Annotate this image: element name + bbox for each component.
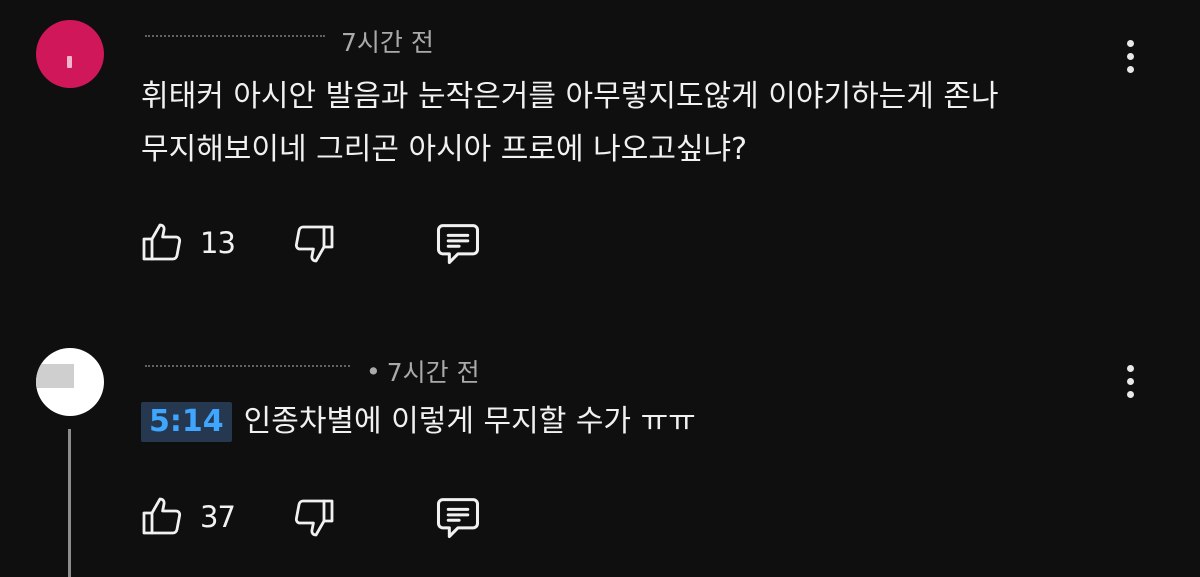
thumbs-down-icon bbox=[294, 499, 334, 537]
thumbs-up-icon bbox=[142, 497, 182, 535]
video-timestamp-link[interactable]: 5:14 bbox=[141, 401, 232, 442]
comment-actions: 37 bbox=[138, 490, 484, 544]
avatar-obscured-region bbox=[36, 364, 74, 388]
like-button[interactable]: 37 bbox=[138, 493, 260, 541]
comment-item: • 7시간 전 5:14 인종차별에 이렇게 무지할 수가 ㅠㅠ 37 bbox=[0, 340, 1200, 577]
comment-body: 5:14 인종차별에 이렇게 무지할 수가 ㅠㅠ bbox=[141, 395, 696, 448]
avatar[interactable] bbox=[36, 348, 104, 416]
more-vertical-icon bbox=[1126, 364, 1134, 372]
thumbs-up-icon bbox=[142, 223, 182, 261]
author-name-obscured[interactable] bbox=[145, 365, 350, 377]
comment-body: 휘태커 아시안 발음과 눈작은거를 아무렇지도않게 이야기하는게 존나 무지해보… bbox=[141, 70, 999, 176]
reply-thread-line bbox=[68, 429, 71, 577]
reply-comment-icon bbox=[436, 224, 480, 265]
reply-comment-icon bbox=[436, 498, 480, 539]
reply-button[interactable] bbox=[432, 491, 484, 543]
more-vertical-icon bbox=[1126, 39, 1134, 47]
dislike-button[interactable] bbox=[290, 493, 338, 541]
like-count: 37 bbox=[200, 500, 236, 534]
avatar-initial-mark bbox=[67, 56, 72, 68]
comment-header: • 7시간 전 bbox=[145, 354, 480, 388]
comment-header: 7시간 전 bbox=[145, 24, 434, 58]
comment-text-line: 휘태커 아시안 발음과 눈작은거를 아무렇지도않게 이야기하는게 존나 bbox=[141, 79, 999, 114]
reply-button[interactable] bbox=[432, 217, 484, 269]
like-button[interactable]: 13 bbox=[138, 219, 260, 267]
avatar[interactable] bbox=[36, 20, 104, 88]
dislike-button[interactable] bbox=[290, 219, 338, 267]
comments-page: 7시간 전 휘태커 아시안 발음과 눈작은거를 아무렇지도않게 이야기하는게 존… bbox=[0, 0, 1200, 577]
comment-text-line: 무지해보이네 그리곤 아시아 프로에 나오고싶냐? bbox=[141, 132, 748, 167]
comment-time: 7시간 전 bbox=[341, 28, 434, 57]
more-options-button[interactable] bbox=[1114, 359, 1146, 403]
separator-dot: • bbox=[366, 356, 381, 386]
like-count: 13 bbox=[200, 226, 236, 260]
more-options-button[interactable] bbox=[1114, 34, 1146, 78]
author-name-obscured[interactable] bbox=[145, 35, 325, 47]
comment-actions: 13 bbox=[138, 216, 484, 270]
comment-time: 7시간 전 bbox=[386, 358, 480, 387]
comment-item: 7시간 전 휘태커 아시안 발음과 눈작은거를 아무렇지도않게 이야기하는게 존… bbox=[0, 0, 1200, 300]
thumbs-down-icon bbox=[294, 225, 334, 263]
comment-text: 인종차별에 이렇게 무지할 수가 ㅠㅠ bbox=[243, 404, 696, 439]
